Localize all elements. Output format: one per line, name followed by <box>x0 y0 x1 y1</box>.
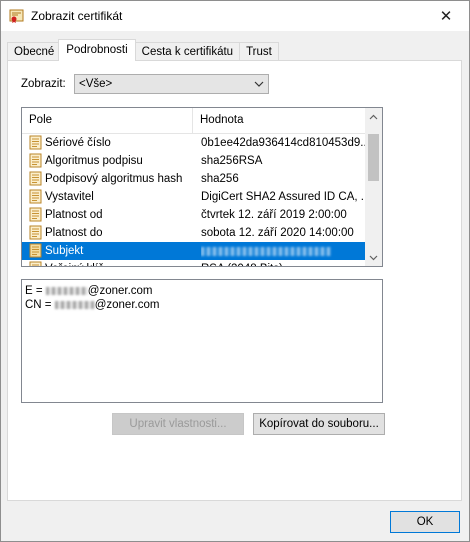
redacted-text <box>45 286 88 295</box>
certificate-field-icon <box>29 243 43 259</box>
scrollbar-thumb[interactable] <box>368 134 379 181</box>
show-dropdown-value: <Vše> <box>79 78 113 90</box>
fields-list[interactable]: Pole Hodnota Sériové číslo 0b1ee42da93641… <box>21 107 383 267</box>
show-dropdown[interactable]: <Vše> <box>74 74 269 94</box>
detail-line-email: E = @zoner.com <box>25 285 153 297</box>
tab-details[interactable]: Podrobnosti <box>58 39 136 61</box>
copy-to-file-button[interactable]: Kopírovat do souboru... <box>253 413 385 435</box>
close-icon: ✕ <box>439 8 453 25</box>
row-field-value: DigiCert SHA2 Assured ID CA, ... <box>201 191 366 203</box>
row-field-name: Platnost od <box>45 209 103 221</box>
scroll-up-icon[interactable] <box>365 108 382 125</box>
row-field-name: Vystavitel <box>45 191 94 203</box>
show-label: Zobrazit: <box>21 78 66 90</box>
redacted-text <box>201 247 331 256</box>
row-field-name: Subjekt <box>45 245 84 257</box>
field-detail-box[interactable]: E = @zoner.com CN = @zoner.com <box>21 279 383 403</box>
detail-line-cn: CN = @zoner.com <box>25 299 160 311</box>
edit-properties-button[interactable]: Upravit vlastnosti... <box>112 413 244 435</box>
list-row[interactable]: Sériové číslo 0b1ee42da936414cd810453d9..… <box>22 134 366 152</box>
row-field-name: Podpisový algoritmus hash <box>45 173 183 185</box>
row-field-name: Sériové číslo <box>45 137 111 149</box>
certificate-field-icon <box>29 171 43 187</box>
list-row[interactable]: Podpisový algoritmus hash sha256 <box>22 170 366 188</box>
scroll-down-icon[interactable] <box>365 249 382 266</box>
list-header: Pole Hodnota <box>22 108 366 134</box>
list-row[interactable]: Subjekt <box>22 242 366 260</box>
row-field-value: 0b1ee42da936414cd810453d9... <box>201 137 366 149</box>
certificate-field-icon <box>29 189 43 205</box>
row-field-value: sha256RSA <box>201 155 263 167</box>
row-field-name: Algoritmus podpisu <box>45 155 143 167</box>
row-field-value: sobota 12. září 2020 14:00:00 <box>201 227 354 239</box>
row-field-value <box>201 242 366 262</box>
window-title: Zobrazit certifikát <box>31 9 123 23</box>
column-header-field[interactable]: Pole <box>22 108 193 133</box>
list-rows: Sériové číslo 0b1ee42da936414cd810453d9..… <box>22 134 366 266</box>
ok-button[interactable]: OK <box>390 511 460 533</box>
close-button[interactable]: ✕ <box>423 1 469 31</box>
tab-strip: Obecné Podrobnosti Cesta k certifikátu T… <box>7 39 279 61</box>
tab-general[interactable]: Obecné <box>7 42 62 61</box>
certificate-dialog: Zobrazit certifikát ✕ Obecné Podrobnosti… <box>0 0 470 542</box>
certificate-field-icon <box>29 225 43 241</box>
row-field-name: Platnost do <box>45 227 103 239</box>
row-field-value: RSA (2048 Bits) <box>201 260 366 266</box>
certificate-field-icon <box>29 207 43 223</box>
certificate-field-icon <box>29 261 43 266</box>
column-header-value[interactable]: Hodnota <box>193 108 370 133</box>
chevron-down-icon <box>254 81 264 87</box>
list-row[interactable]: Veřejný klíč RSA (2048 Bits) <box>22 260 366 266</box>
details-panel: Zobrazit: <Vše> Pole Hodnota Sériové čís… <box>7 60 462 501</box>
list-row[interactable]: Platnost od čtvrtek 12. září 2019 2:00:00 <box>22 206 366 224</box>
redacted-text <box>54 300 95 309</box>
title-bar: Zobrazit certifikát ✕ <box>1 1 469 31</box>
row-field-value: čtvrtek 12. září 2019 2:00:00 <box>201 209 347 221</box>
tab-certification-path[interactable]: Cesta k certifikátu <box>134 42 241 61</box>
list-row[interactable]: Platnost do sobota 12. září 2020 14:00:00 <box>22 224 366 242</box>
list-scrollbar[interactable] <box>365 108 382 266</box>
tab-trust[interactable]: Trust <box>239 42 279 61</box>
row-field-value: sha256 <box>201 173 239 185</box>
certificate-field-icon <box>29 135 43 151</box>
certificate-field-icon <box>29 153 43 169</box>
list-row[interactable]: Vystavitel DigiCert SHA2 Assured ID CA, .… <box>22 188 366 206</box>
certificate-icon <box>9 9 24 23</box>
row-field-name: Veřejný klíč <box>45 260 193 266</box>
list-row[interactable]: Algoritmus podpisu sha256RSA <box>22 152 366 170</box>
